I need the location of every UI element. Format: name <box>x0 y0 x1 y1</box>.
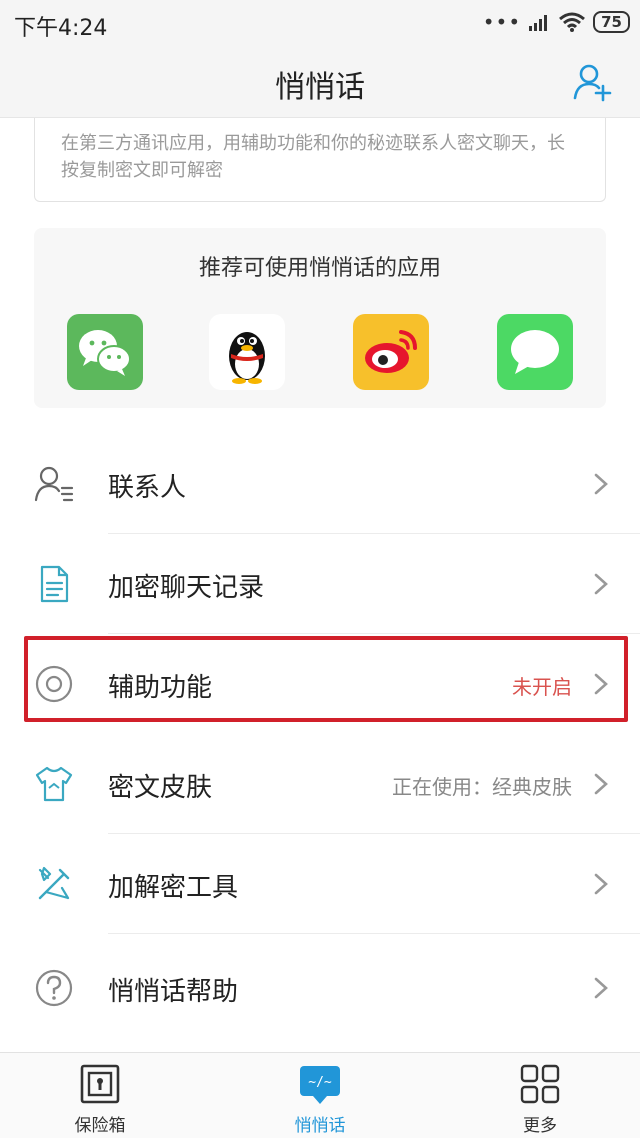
battery-indicator: 75 <box>593 11 630 33</box>
tab-more[interactable]: 更多 <box>480 1061 600 1137</box>
add-user-icon[interactable] <box>572 62 612 102</box>
status-icons: ••• 75 <box>483 8 630 36</box>
safe-icon <box>80 1064 120 1104</box>
bottom-tab-bar: 保险箱 ~/~ 悄悄话 更多 <box>0 1052 640 1138</box>
menu-item-contacts[interactable]: 联系人 <box>0 434 640 534</box>
wifi-icon <box>559 12 586 32</box>
contacts-icon <box>34 466 74 502</box>
chevron-right-icon <box>594 977 608 999</box>
weibo-icon[interactable] <box>353 314 429 390</box>
tab-safe[interactable]: 保险箱 <box>40 1061 160 1137</box>
tab-label: 悄悄话 <box>294 1116 346 1136</box>
menu-item-help[interactable]: 悄悄话帮助 <box>0 938 640 1038</box>
svg-text:~/~: ~/~ <box>308 1075 332 1090</box>
tools-icon <box>38 866 70 900</box>
menu-label: 加密聊天记录 <box>108 573 265 603</box>
chevron-right-icon <box>594 773 608 795</box>
tab-label: 更多 <box>523 1116 557 1136</box>
chat-bubble-icon: ~/~ <box>300 1066 340 1104</box>
status-bar: 下午4:24 ••• 75 <box>0 0 640 44</box>
menu-item-encrypted-chat-history[interactable]: 加密聊天记录 <box>0 534 640 634</box>
recommended-apps-panel: 推荐可使用悄悄话的应用 <box>34 228 606 408</box>
help-icon <box>35 969 73 1007</box>
tab-whisper[interactable]: ~/~ 悄悄话 <box>260 1061 380 1137</box>
page-title: 悄悄话 <box>275 70 365 105</box>
title-bar: 悄悄话 <box>0 44 640 118</box>
chevron-right-icon <box>594 873 608 895</box>
recommended-apps-title: 推荐可使用悄悄话的应用 <box>198 256 441 281</box>
highlight-box <box>24 636 628 722</box>
wechat-icon[interactable] <box>67 314 143 390</box>
menu-item-cipher-skin[interactable]: 密文皮肤 正在使用：经典皮肤 <box>0 734 640 834</box>
menu-label: 加解密工具 <box>108 873 239 903</box>
menu-label: 悄悄话帮助 <box>108 977 239 1007</box>
signal-icon <box>529 15 548 31</box>
qq-penguin-icon[interactable] <box>209 314 285 390</box>
document-icon <box>40 565 69 603</box>
messages-icon[interactable] <box>497 314 573 390</box>
menu-item-encryption-tools[interactable]: 加解密工具 <box>0 834 640 934</box>
tshirt-icon <box>35 766 73 802</box>
signal-dots: ••• <box>482 10 522 34</box>
divider <box>108 933 640 934</box>
status-time: 下午4:24 <box>14 16 108 41</box>
info-card: 在第三方通讯应用，用辅助功能和你的秘迹联系人密文聊天，长按复制密文即可解密 <box>34 118 606 202</box>
cipher-skin-status: 正在使用：经典皮肤 <box>392 775 572 799</box>
tab-label: 保险箱 <box>74 1116 126 1136</box>
menu-label: 联系人 <box>108 473 187 503</box>
menu-label: 密文皮肤 <box>108 773 213 803</box>
chevron-right-icon <box>594 473 608 495</box>
chevron-right-icon <box>594 573 608 595</box>
grid-icon <box>520 1064 560 1104</box>
